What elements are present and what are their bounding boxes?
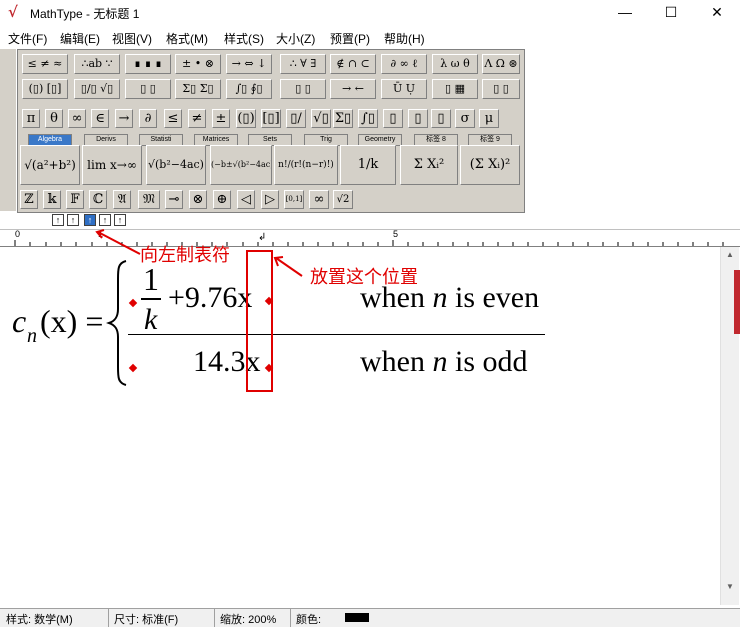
status-divider <box>290 609 291 627</box>
scroll-down-icon[interactable]: ▼ <box>721 579 739 595</box>
left-tab-annotation: 向左制表符 <box>140 245 230 266</box>
color-swatch[interactable] <box>345 613 369 622</box>
place-here-annotation: 放置这个位置 <box>310 267 418 288</box>
status-style: 样式: 数学(M) <box>6 614 73 626</box>
status-divider <box>108 609 109 627</box>
status-divider <box>214 609 215 627</box>
scroll-up-icon[interactable]: ▲ <box>721 247 739 263</box>
status-zoom: 缩放: 200% <box>220 614 277 626</box>
status-bar: 样式: 数学(M) 尺寸: 标准(F) 缩放: 200% 颜色: <box>0 608 740 627</box>
annotation-arrows-icon <box>95 229 303 277</box>
side-bookmark-strip <box>734 270 740 334</box>
status-size: 尺寸: 标准(F) <box>114 614 179 626</box>
status-color: 颜色: <box>296 614 322 626</box>
